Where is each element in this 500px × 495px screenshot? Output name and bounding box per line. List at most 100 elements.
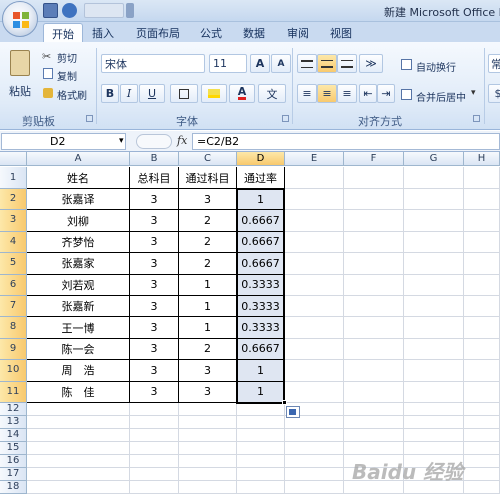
cell-G5[interactable] bbox=[404, 253, 464, 275]
copy-button[interactable]: 复制 bbox=[57, 68, 77, 83]
cell-B15[interactable] bbox=[130, 442, 179, 455]
borders-button[interactable] bbox=[170, 84, 198, 103]
tab-page-layout[interactable]: 页面布局 bbox=[136, 25, 180, 41]
tab-formulas[interactable]: 公式 bbox=[200, 25, 222, 41]
orientation-button[interactable]: ≫ bbox=[359, 54, 383, 73]
cell-B1[interactable]: 总科目 bbox=[130, 167, 179, 189]
cell-C18[interactable] bbox=[179, 481, 237, 494]
align-center-button[interactable]: ≡ bbox=[317, 84, 337, 103]
cell-F6[interactable] bbox=[344, 274, 404, 296]
format-painter-button[interactable]: 格式刷 bbox=[57, 87, 87, 102]
cell-H3[interactable] bbox=[464, 210, 500, 232]
cell-E5[interactable] bbox=[285, 253, 344, 275]
row-header-16[interactable]: 16 bbox=[0, 455, 27, 468]
formula-bar-splitter[interactable] bbox=[136, 134, 172, 149]
cell-F1[interactable] bbox=[344, 167, 404, 189]
cell-F10[interactable] bbox=[344, 360, 404, 382]
cell-E18[interactable] bbox=[285, 481, 344, 494]
row-header-6[interactable]: 6 bbox=[0, 274, 27, 296]
column-header-A[interactable]: A bbox=[27, 152, 130, 166]
redo-icon[interactable] bbox=[84, 3, 124, 18]
cell-D14[interactable] bbox=[237, 429, 285, 442]
cell-B5[interactable]: 3 bbox=[130, 253, 179, 275]
cell-D12[interactable] bbox=[237, 403, 285, 416]
cell-D13[interactable] bbox=[237, 416, 285, 429]
wrap-text-button[interactable]: 自动换行 bbox=[416, 59, 456, 74]
cell-E15[interactable] bbox=[285, 442, 344, 455]
cell-G7[interactable] bbox=[404, 296, 464, 318]
cell-D16[interactable] bbox=[237, 455, 285, 468]
cell-A18[interactable] bbox=[27, 481, 130, 494]
cut-icon[interactable]: ✂ bbox=[42, 50, 51, 63]
cell-B14[interactable] bbox=[130, 429, 179, 442]
column-header-H[interactable]: H bbox=[464, 152, 500, 166]
cell-D5[interactable]: 0.6667 bbox=[237, 253, 285, 275]
cell-F13[interactable] bbox=[344, 416, 404, 429]
cell-H8[interactable] bbox=[464, 317, 500, 339]
cell-A1[interactable]: 姓名 bbox=[27, 167, 130, 189]
cell-G2[interactable] bbox=[404, 189, 464, 211]
cell-E11[interactable] bbox=[285, 381, 344, 403]
grow-font-button[interactable]: A bbox=[250, 54, 270, 73]
font-color-button[interactable]: A bbox=[229, 84, 255, 103]
cell-F11[interactable] bbox=[344, 381, 404, 403]
cell-C4[interactable]: 2 bbox=[179, 231, 237, 254]
cell-C11[interactable]: 3 bbox=[179, 381, 237, 403]
cell-F9[interactable] bbox=[344, 338, 404, 361]
cell-C6[interactable]: 1 bbox=[179, 274, 237, 296]
cell-H5[interactable] bbox=[464, 253, 500, 275]
cell-D10[interactable]: 1 bbox=[237, 360, 285, 382]
cell-C13[interactable] bbox=[179, 416, 237, 429]
cut-button[interactable]: 剪切 bbox=[57, 50, 77, 65]
cell-G15[interactable] bbox=[404, 442, 464, 455]
align-bottom-button[interactable] bbox=[337, 54, 357, 73]
cell-E14[interactable] bbox=[285, 429, 344, 442]
cell-D2[interactable]: 1 bbox=[237, 189, 285, 211]
undo-icon[interactable] bbox=[62, 3, 77, 18]
cell-C14[interactable] bbox=[179, 429, 237, 442]
cell-D18[interactable] bbox=[237, 481, 285, 494]
cell-D3[interactable]: 0.6667 bbox=[237, 210, 285, 232]
row-header-11[interactable]: 11 bbox=[0, 381, 27, 403]
cell-B7[interactable]: 3 bbox=[130, 296, 179, 318]
cell-A8[interactable]: 王一博 bbox=[27, 317, 130, 339]
row-header-2[interactable]: 2 bbox=[0, 189, 27, 211]
align-middle-button[interactable] bbox=[317, 54, 337, 73]
wrap-text-icon[interactable] bbox=[401, 59, 412, 70]
cell-E8[interactable] bbox=[285, 317, 344, 339]
cell-G6[interactable] bbox=[404, 274, 464, 296]
align-right-button[interactable]: ≡ bbox=[337, 84, 357, 103]
font-name-select[interactable]: 宋体 bbox=[101, 54, 205, 73]
cell-A16[interactable] bbox=[27, 455, 130, 468]
column-header-G[interactable]: G bbox=[404, 152, 464, 166]
underline-button[interactable]: U bbox=[139, 84, 165, 103]
row-header-5[interactable]: 5 bbox=[0, 253, 27, 275]
cell-D15[interactable] bbox=[237, 442, 285, 455]
customize-toolbar-icon[interactable] bbox=[126, 3, 134, 18]
cell-C12[interactable] bbox=[179, 403, 237, 416]
column-header-D[interactable]: D bbox=[237, 152, 285, 166]
row-header-12[interactable]: 12 bbox=[0, 403, 27, 416]
alignment-dialog-launcher-icon[interactable] bbox=[473, 115, 480, 122]
cell-B4[interactable]: 3 bbox=[130, 231, 179, 254]
cell-A9[interactable]: 陈一会 bbox=[27, 338, 130, 361]
cell-E16[interactable] bbox=[285, 455, 344, 468]
cell-E4[interactable] bbox=[285, 231, 344, 254]
cell-F4[interactable] bbox=[344, 231, 404, 254]
increase-indent-button[interactable]: ⇥ bbox=[377, 84, 395, 103]
cell-A11[interactable]: 陈 佳 bbox=[27, 381, 130, 403]
cell-A17[interactable] bbox=[27, 468, 130, 481]
copy-icon[interactable] bbox=[43, 68, 53, 79]
cell-H16[interactable] bbox=[464, 455, 500, 468]
cell-B3[interactable]: 3 bbox=[130, 210, 179, 232]
cell-D1[interactable]: 通过率 bbox=[237, 167, 285, 189]
cell-D8[interactable]: 0.3333 bbox=[237, 317, 285, 339]
row-header-4[interactable]: 4 bbox=[0, 231, 27, 254]
cell-G9[interactable] bbox=[404, 338, 464, 361]
tab-data[interactable]: 数据 bbox=[243, 25, 265, 41]
shrink-font-button[interactable]: A bbox=[271, 54, 291, 73]
cell-B13[interactable] bbox=[130, 416, 179, 429]
cell-E10[interactable] bbox=[285, 360, 344, 382]
cell-H10[interactable] bbox=[464, 360, 500, 382]
cell-F14[interactable] bbox=[344, 429, 404, 442]
